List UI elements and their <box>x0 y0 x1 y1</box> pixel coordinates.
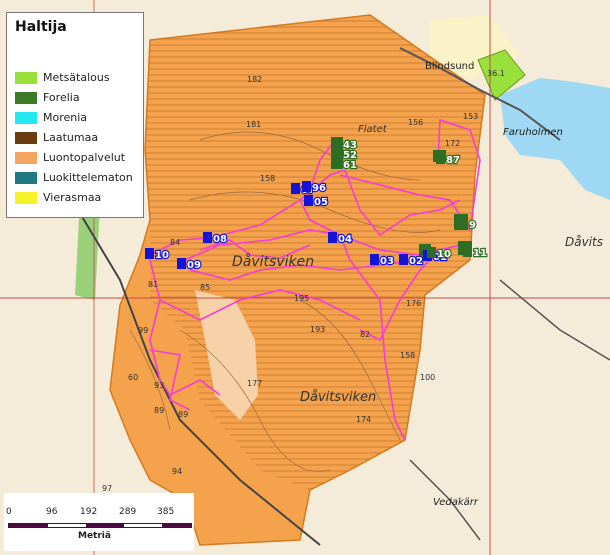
scale-label: 385 <box>157 507 175 517</box>
scale-label: 192 <box>80 507 98 517</box>
svg-text:81: 81 <box>148 280 158 289</box>
svg-text:153: 153 <box>463 112 478 121</box>
checkpoint-marker[interactable] <box>436 153 445 164</box>
scale-label: 289 <box>119 507 137 517</box>
legend-label: Morenia <box>43 111 88 124</box>
legend-label: Forelia <box>43 91 80 104</box>
checkpoint-label: 04 <box>338 234 352 245</box>
checkpoint-marker[interactable] <box>370 254 379 265</box>
svg-text:177: 177 <box>247 379 262 388</box>
checkpoint-marker[interactable] <box>291 183 300 194</box>
svg-text:176: 176 <box>406 299 421 308</box>
checkpoint-label: 10 <box>155 250 169 261</box>
place-label: Dåvits <box>565 235 603 249</box>
checkpoint-marker[interactable] <box>203 232 212 243</box>
checkpoint-marker[interactable] <box>463 246 472 257</box>
checkpoint-marker[interactable] <box>333 158 342 169</box>
checkpoint-label: 08 <box>213 234 227 245</box>
svg-text:93: 93 <box>154 381 164 390</box>
svg-text:84: 84 <box>170 238 180 247</box>
checkpoint-label: 10 <box>437 249 451 260</box>
svg-text:182: 182 <box>247 75 262 84</box>
legend-label: Luontopalvelut <box>43 151 126 164</box>
place-label: Faruholmen <box>503 127 563 138</box>
legend-swatch <box>15 172 37 184</box>
scale-segment <box>8 523 48 528</box>
svg-text:193: 193 <box>310 325 325 334</box>
checkpoint-marker[interactable] <box>177 258 186 269</box>
legend-swatch <box>15 72 37 84</box>
svg-text:89: 89 <box>154 406 164 415</box>
checkpoint-label: 09 <box>187 260 201 271</box>
svg-text:85: 85 <box>200 283 210 292</box>
svg-text:158: 158 <box>400 351 415 360</box>
svg-text:181: 181 <box>246 120 261 129</box>
scale-unit: Metriä <box>78 531 111 541</box>
scale-label: 0 <box>6 507 12 517</box>
legend-swatch <box>15 112 37 124</box>
svg-text:82: 82 <box>360 330 370 339</box>
svg-text:195: 195 <box>294 294 309 303</box>
svg-text:99: 99 <box>138 326 148 335</box>
svg-text:89: 89 <box>178 410 188 419</box>
scale-segment <box>124 523 162 528</box>
checkpoint-label: 05 <box>314 197 328 208</box>
legend-label: Luokittelematon <box>43 171 133 184</box>
place-label: Dåvitsviken <box>300 390 376 405</box>
checkpoint-marker[interactable] <box>333 148 342 159</box>
checkpoint-marker[interactable] <box>427 247 436 258</box>
place-label: Flatet <box>358 124 388 135</box>
svg-text:60: 60 <box>128 373 138 382</box>
svg-text:97: 97 <box>102 484 112 493</box>
checkpoint-marker[interactable] <box>145 248 154 259</box>
legend-label: Metsätalous <box>43 71 110 84</box>
scale-segment <box>86 523 124 528</box>
checkpoint-label: 87 <box>446 155 460 166</box>
scale-label: 96 <box>46 507 58 517</box>
legend-panel: Haltija Metsätalous Forelia Morenia Laatuma… <box>6 12 144 218</box>
checkpoint-marker[interactable] <box>399 254 408 265</box>
legend-swatch <box>15 152 37 164</box>
checkpoint-label: 11 <box>473 248 487 259</box>
checkpoint-label: 02 <box>409 256 423 267</box>
scale-segment <box>162 523 192 528</box>
place-label: Blindsund <box>425 61 474 72</box>
scale-segment <box>48 523 86 528</box>
legend-swatch <box>15 92 37 104</box>
checkpoint-label: 9 <box>469 220 476 231</box>
legend-label: Vierasmaa <box>43 191 102 204</box>
legend-swatch <box>15 132 37 144</box>
place-label: Vedakärr <box>433 497 479 508</box>
svg-text:172: 172 <box>445 139 460 148</box>
checkpoint-marker[interactable] <box>304 195 313 206</box>
svg-text:174: 174 <box>356 415 371 424</box>
checkpoint-marker[interactable] <box>459 218 468 229</box>
svg-text:156: 156 <box>408 118 423 127</box>
checkpoint-marker[interactable] <box>328 232 337 243</box>
legend-title: Haltija <box>15 19 67 35</box>
checkpoint-marker[interactable] <box>333 138 342 149</box>
checkpoint-label: 03 <box>380 256 394 267</box>
legend-label: Laatumaa <box>43 131 99 144</box>
checkpoint-marker[interactable] <box>302 181 311 192</box>
scale-bar: 0 96 192 289 385 Metriä <box>4 493 194 551</box>
svg-text:94: 94 <box>172 467 182 476</box>
svg-text:100: 100 <box>420 373 435 382</box>
checkpoint-label: 61 <box>343 160 357 171</box>
legend-swatch <box>15 192 37 204</box>
checkpoint-label: 96 <box>312 183 326 194</box>
svg-text:158: 158 <box>260 174 275 183</box>
place-label: Dåvitsviken <box>232 253 314 270</box>
svg-text:36.1: 36.1 <box>487 69 505 78</box>
